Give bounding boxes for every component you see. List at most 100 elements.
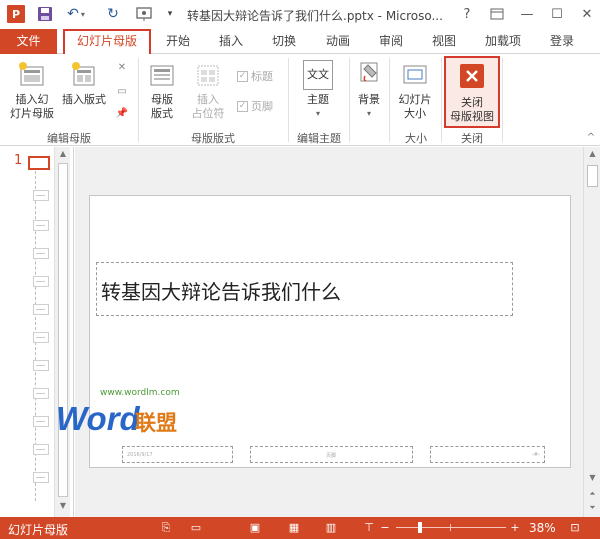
watermark-logo: www.wordlm.com Word 联盟 bbox=[56, 388, 216, 452]
redo-icon[interactable]: ↻ bbox=[103, 4, 123, 24]
footer-text: 页脚 bbox=[326, 453, 337, 459]
tab-view[interactable]: 视图 bbox=[426, 29, 462, 54]
tab-addins[interactable]: 加载项 bbox=[481, 29, 525, 54]
separator bbox=[349, 58, 350, 142]
comments-icon[interactable]: ▭ bbox=[188, 521, 204, 535]
rename-icon[interactable]: ▭ bbox=[114, 84, 130, 98]
scrollbar-thumb[interactable] bbox=[587, 165, 598, 187]
background-icon bbox=[354, 60, 384, 90]
footer-checkbox[interactable]: ✓ 页脚 bbox=[237, 98, 273, 114]
powerpoint-logo-icon[interactable]: P bbox=[7, 5, 25, 23]
scroll-up-icon[interactable]: ▲ bbox=[55, 147, 71, 161]
tab-transitions[interactable]: 切换 bbox=[266, 29, 302, 54]
background-button[interactable]: 背景 ▾ bbox=[352, 56, 386, 121]
tab-insert[interactable]: 插入 bbox=[213, 29, 249, 54]
status-bar: 幻灯片母版 ⎘ ▭ ▣ ▦ ▥ ⊤ − + 38% ⊡ bbox=[0, 517, 600, 539]
tab-home[interactable]: 开始 bbox=[160, 29, 196, 54]
layout-thumbnail[interactable] bbox=[33, 220, 49, 231]
zoom-slider-midmark bbox=[450, 524, 451, 531]
collapse-ribbon-icon[interactable]: ^ bbox=[583, 130, 599, 144]
fit-to-window-icon[interactable]: ⊡ bbox=[567, 521, 583, 535]
previous-slide-icon[interactable]: ⏶ bbox=[584, 487, 600, 500]
layout-thumbnail[interactable] bbox=[33, 332, 49, 343]
watermark-lianmeng: 联盟 bbox=[135, 411, 177, 435]
theme-label: 主题 bbox=[307, 93, 329, 106]
layout-thumbnail[interactable] bbox=[33, 248, 49, 259]
thumbnail-scrollbar[interactable]: ▲ ▼ bbox=[54, 147, 70, 517]
layout-thumbnail[interactable] bbox=[33, 190, 49, 201]
title-bar: P ↶ ▾ ↻ ▾ 转基因大辩论告诉了我们什么.pptx - Microso...… bbox=[0, 0, 600, 29]
zoom-in-icon[interactable]: + bbox=[507, 521, 523, 535]
insert-layout-icon bbox=[69, 60, 99, 90]
preserve-icon[interactable]: 📌 bbox=[114, 106, 130, 120]
slide-title[interactable]: 转基因大辩论告诉我们什么 bbox=[101, 276, 341, 305]
customize-arrow-icon[interactable]: ▾ bbox=[164, 4, 176, 24]
close-master-view-button[interactable]: 关闭 母版视图 bbox=[444, 56, 500, 128]
slide-sorter-icon[interactable]: ▦ bbox=[286, 521, 302, 535]
footer-placeholder[interactable]: 页脚 bbox=[250, 446, 413, 463]
ribbon: 插入幻 灯片母版 插入版式 ✕ ▭ 📌 编辑母版 母版 版式 插入 占位符 ✓ … bbox=[0, 54, 600, 146]
layout-thumbnail[interactable] bbox=[33, 416, 49, 427]
date-text: 2016/9/17 bbox=[127, 452, 153, 458]
layout-thumbnail[interactable] bbox=[33, 360, 49, 371]
background-dropdown-icon: ▾ bbox=[366, 109, 371, 118]
close-master-view-label-1: 关闭 bbox=[461, 96, 483, 109]
save-icon[interactable] bbox=[35, 4, 55, 24]
layout-thumbnail[interactable] bbox=[33, 472, 49, 483]
help-icon[interactable]: ? bbox=[455, 3, 479, 25]
slideshow-view-icon[interactable]: ⊤ bbox=[361, 521, 377, 535]
title-checkbox-box: ✓ bbox=[237, 70, 248, 82]
layout-thumbnail[interactable] bbox=[33, 276, 49, 287]
insert-layout-button[interactable]: 插入版式 bbox=[58, 56, 110, 107]
title-checkbox[interactable]: ✓ 标题 bbox=[237, 68, 273, 84]
slide-number-placeholder[interactable]: ‹#› bbox=[430, 446, 545, 463]
separator bbox=[502, 58, 503, 142]
slide-size-label-1: 幻灯片 bbox=[398, 93, 432, 106]
theme-button[interactable]: 文文 主题 ▾ bbox=[296, 56, 340, 121]
ribbon-display-icon[interactable] bbox=[485, 3, 509, 25]
next-slide-icon[interactable]: ⏷ bbox=[584, 501, 600, 514]
undo-icon[interactable]: ↶ ▾ bbox=[63, 4, 89, 24]
slide-size-icon bbox=[400, 60, 430, 90]
tab-file[interactable]: 文件 bbox=[0, 29, 57, 54]
zoom-level[interactable]: 38% bbox=[529, 521, 556, 535]
slide-size-button[interactable]: 幻灯片 大小 bbox=[394, 56, 436, 121]
normal-view-icon[interactable]: ▣ bbox=[247, 521, 263, 535]
zoom-slider-thumb[interactable] bbox=[418, 522, 422, 533]
group-master-layout: 母版版式 bbox=[191, 132, 235, 145]
insert-placeholder-label-1: 插入 bbox=[197, 93, 219, 106]
maximize-icon[interactable]: ☐ bbox=[545, 3, 569, 25]
scroll-down-icon[interactable]: ▼ bbox=[584, 471, 600, 485]
slide-edit-area: 转基因大辩论告诉我们什么 2016/9/17 页脚 ‹#› bbox=[75, 147, 583, 517]
group-edit-theme: 编辑主题 bbox=[297, 132, 341, 145]
layout-thumbnail[interactable] bbox=[33, 304, 49, 315]
vertical-scrollbar[interactable]: ▲ ▼ ⏶ ⏷ bbox=[583, 147, 600, 517]
layout-thumbnail[interactable] bbox=[33, 388, 49, 399]
close-icon[interactable]: ✕ bbox=[575, 3, 599, 25]
tab-login[interactable]: 登录 bbox=[542, 29, 582, 54]
tab-slide-master[interactable]: 幻灯片母版 bbox=[63, 29, 151, 55]
footer-checkbox-label: 页脚 bbox=[251, 100, 273, 113]
insert-slide-master-button[interactable]: 插入幻 灯片母版 bbox=[8, 56, 56, 121]
master-layout-button[interactable]: 母版 版式 bbox=[142, 56, 182, 121]
watermark-word: Word bbox=[56, 400, 140, 437]
slide-size-label-2: 大小 bbox=[404, 107, 426, 120]
reading-view-icon[interactable]: ▥ bbox=[323, 521, 339, 535]
title-placeholder[interactable]: 转基因大辩论告诉我们什么 bbox=[96, 262, 513, 316]
master-thumbnail[interactable] bbox=[28, 156, 50, 170]
thumbnail-pane: 1 ▲ ▼ bbox=[0, 147, 74, 517]
delete-icon[interactable]: ✕ bbox=[114, 60, 130, 74]
tab-animations[interactable]: 动画 bbox=[320, 29, 356, 54]
tab-review[interactable]: 审阅 bbox=[373, 29, 409, 54]
scroll-down-icon[interactable]: ▼ bbox=[55, 499, 71, 513]
minimize-icon[interactable]: — bbox=[515, 3, 539, 25]
layout-thumbnail[interactable] bbox=[33, 444, 49, 455]
zoom-slider-track[interactable] bbox=[396, 527, 506, 528]
scroll-up-icon[interactable]: ▲ bbox=[584, 147, 600, 161]
slide-number-text: ‹#› bbox=[531, 452, 540, 458]
zoom-out-icon[interactable]: − bbox=[377, 521, 393, 535]
notes-icon[interactable]: ⎘ bbox=[158, 521, 174, 535]
slideshow-icon[interactable] bbox=[132, 4, 156, 24]
close-master-view-icon bbox=[457, 63, 487, 93]
insert-placeholder-button[interactable]: 插入 占位符 bbox=[186, 56, 230, 121]
